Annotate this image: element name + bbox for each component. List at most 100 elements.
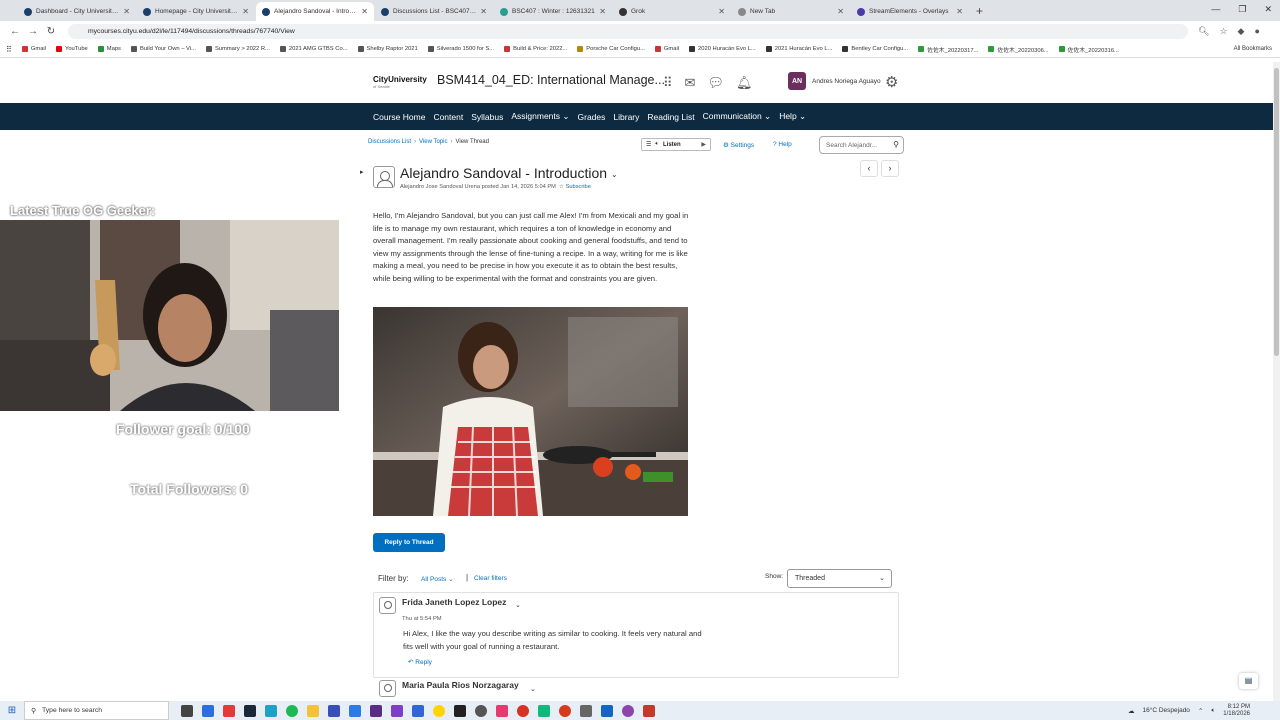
bookmark-item[interactable]: 佐佐木_20220317... (918, 45, 978, 54)
bookmark-item[interactable]: Gmail (21, 46, 46, 52)
spotify-icon[interactable] (286, 704, 298, 717)
chat-icon[interactable]: 💬︎ (707, 75, 724, 91)
breadcrumb-discussions-list[interactable]: Discussions List (368, 139, 411, 145)
bookmark-item[interactable]: Shelby Raptor 2021 (357, 46, 418, 52)
course-selector-icon[interactable]: ⠿ (663, 75, 673, 91)
bookmark-item[interactable]: 2021 AMG GTBS Co... (279, 46, 348, 52)
close-icon[interactable]: ✕ (242, 7, 249, 16)
bookmark-item[interactable]: Porsche Car Configu... (577, 46, 645, 52)
app-icon[interactable] (643, 704, 655, 717)
nav-communication[interactable]: Communication ⌄ (703, 111, 772, 122)
listen-button[interactable]: ☰ 🔈︎ Listen ▶ (641, 138, 711, 151)
reply-author[interactable]: Frida Janeth Lopez Lopez (402, 597, 506, 607)
nav-reading-list[interactable]: Reading List (647, 112, 694, 122)
close-icon[interactable]: ✕ (480, 7, 487, 16)
bookmark-item[interactable]: Silverado 1500 for S... (427, 46, 494, 52)
app-icon[interactable] (559, 704, 571, 717)
windows-start-icon[interactable]: ⊞ (0, 705, 24, 716)
app-icon[interactable] (496, 704, 508, 717)
browser-tab[interactable]: New Tab ✕ (732, 2, 850, 21)
reload-icon[interactable]: ↻ (42, 26, 60, 37)
next-thread-button[interactable]: › (881, 160, 899, 177)
close-icon[interactable]: ✕ (361, 7, 368, 16)
bookmark-item[interactable]: Gmail (654, 46, 679, 52)
nav-grades[interactable]: Grades (578, 112, 606, 122)
search-input[interactable]: Search Alejandr... ⚲ (819, 136, 904, 154)
extension-icon[interactable]: ◆ (1238, 26, 1245, 37)
chevron-down-icon[interactable]: ⌄ (611, 170, 618, 179)
nav-library[interactable]: Library (613, 112, 639, 122)
app-icon[interactable] (391, 704, 403, 717)
task-view-icon[interactable] (181, 704, 193, 717)
app-icon[interactable] (475, 704, 487, 717)
browser-tab[interactable]: Discussions List - BSC407_04_E✕ (375, 2, 493, 21)
weather-icon[interactable]: ☁ (1128, 707, 1135, 715)
browser-tab[interactable]: StreamElements - Overlays ✕ (851, 2, 969, 21)
university-logo[interactable]: CityUniversity of Seattle (373, 76, 427, 90)
app-icon[interactable] (538, 704, 550, 717)
app-icon[interactable] (454, 704, 466, 717)
show-select[interactable]: Threaded ⌄ (787, 569, 892, 588)
browser-tab[interactable]: BSC407 : Winter : 12631321 ✕ (494, 2, 612, 21)
bookmark-item[interactable]: Build & Price: 2022... (504, 46, 567, 52)
settings-icon[interactable] (580, 704, 592, 717)
volume-icon[interactable]: 🔈︎ (1211, 707, 1215, 715)
app-icon[interactable] (370, 704, 382, 717)
bookmark-item[interactable]: YouTube (56, 46, 88, 52)
reply-to-thread-button[interactable]: Reply to Thread (373, 533, 445, 552)
apps-icon[interactable]: ⠿ (6, 45, 12, 54)
bookmark-item[interactable]: 佐佐木_20220306... (988, 45, 1049, 54)
chevron-down-icon[interactable]: ⌄ (530, 685, 536, 693)
app-icon[interactable] (349, 704, 361, 717)
taskbar-search-input[interactable]: ⚲ Type here to search (24, 701, 169, 720)
help-link[interactable]: ? Help (773, 141, 792, 148)
app-icon[interactable] (202, 704, 214, 717)
chevron-down-icon[interactable]: ⌄ (515, 601, 521, 609)
bookmark-item[interactable]: Bentley Car Configu... (842, 46, 908, 52)
caret-right-icon[interactable]: ▸ (360, 168, 364, 176)
all-posts-dropdown[interactable]: All Posts ⌄ (421, 575, 454, 583)
app-icon[interactable] (433, 704, 445, 717)
close-icon[interactable]: ✕ (956, 7, 963, 16)
settings-link[interactable]: ⚙ Settings (723, 141, 754, 149)
url-field[interactable]: mycourses.cityu.edu/d2l/le/117494/discus… (68, 23, 1188, 39)
nav-course-home[interactable]: Course Home (373, 112, 425, 122)
subscribe-link[interactable]: ☆ Subscribe (559, 184, 591, 190)
chat-widget-icon[interactable]: ▤ (1239, 673, 1258, 689)
bookmark-item[interactable]: 佐佐木_20220316... (1058, 45, 1119, 54)
new-tab-icon[interactable]: + (976, 4, 983, 18)
breadcrumb-view-topic[interactable]: View Topic (419, 139, 447, 145)
close-icon[interactable]: ✕ (837, 7, 844, 16)
bookmark-star-icon[interactable]: ☆ (1219, 26, 1227, 37)
weather-text[interactable]: 16°C Despejado (1143, 707, 1190, 714)
chrome-icon[interactable] (517, 704, 529, 717)
close-icon[interactable]: ✕ (123, 7, 130, 16)
page-scrollbar[interactable] (1273, 62, 1280, 702)
nav-syllabus[interactable]: Syllabus (471, 112, 503, 122)
avatar[interactable]: AN (788, 72, 806, 90)
clock[interactable]: 8:12 PM 1/18/2026 (1223, 704, 1250, 717)
bookmark-item[interactable]: Summary > 2022 R... (205, 46, 270, 52)
browser-tab-active[interactable]: Alejandro Sandoval - Introduct ✕ (256, 2, 374, 21)
notification-bell-icon[interactable]: 🔔︎ (736, 75, 753, 91)
close-icon[interactable]: ✕ (599, 7, 606, 16)
bookmark-item[interactable]: Maps (97, 46, 121, 52)
file-explorer-icon[interactable] (307, 704, 319, 717)
app-icon[interactable] (328, 704, 340, 717)
bookmark-item[interactable]: Build Your Own – Vi... (130, 46, 196, 52)
edge-icon[interactable] (265, 704, 277, 717)
forward-icon[interactable]: → (24, 26, 42, 37)
maximize-icon[interactable]: ❐ (1238, 4, 1246, 15)
reply-link[interactable]: ↶ Reply (408, 658, 432, 666)
scrollbar-thumb[interactable] (1274, 68, 1279, 356)
minimize-icon[interactable]: — (1211, 4, 1220, 15)
browser-tab[interactable]: Dashboard - City University of ✕ (18, 2, 136, 21)
clear-filters-link[interactable]: Clear filters (474, 575, 507, 582)
app-icon[interactable] (622, 704, 634, 717)
bookmark-item[interactable]: 2021 Huracán Evo L... (765, 46, 832, 52)
search-icon[interactable]: ⚲ (893, 140, 899, 149)
steam-icon[interactable] (244, 704, 256, 717)
mail-icon[interactable]: ✉ (685, 75, 696, 91)
nav-help[interactable]: Help ⌄ (779, 111, 806, 122)
previous-thread-button[interactable]: ‹ (860, 160, 878, 177)
